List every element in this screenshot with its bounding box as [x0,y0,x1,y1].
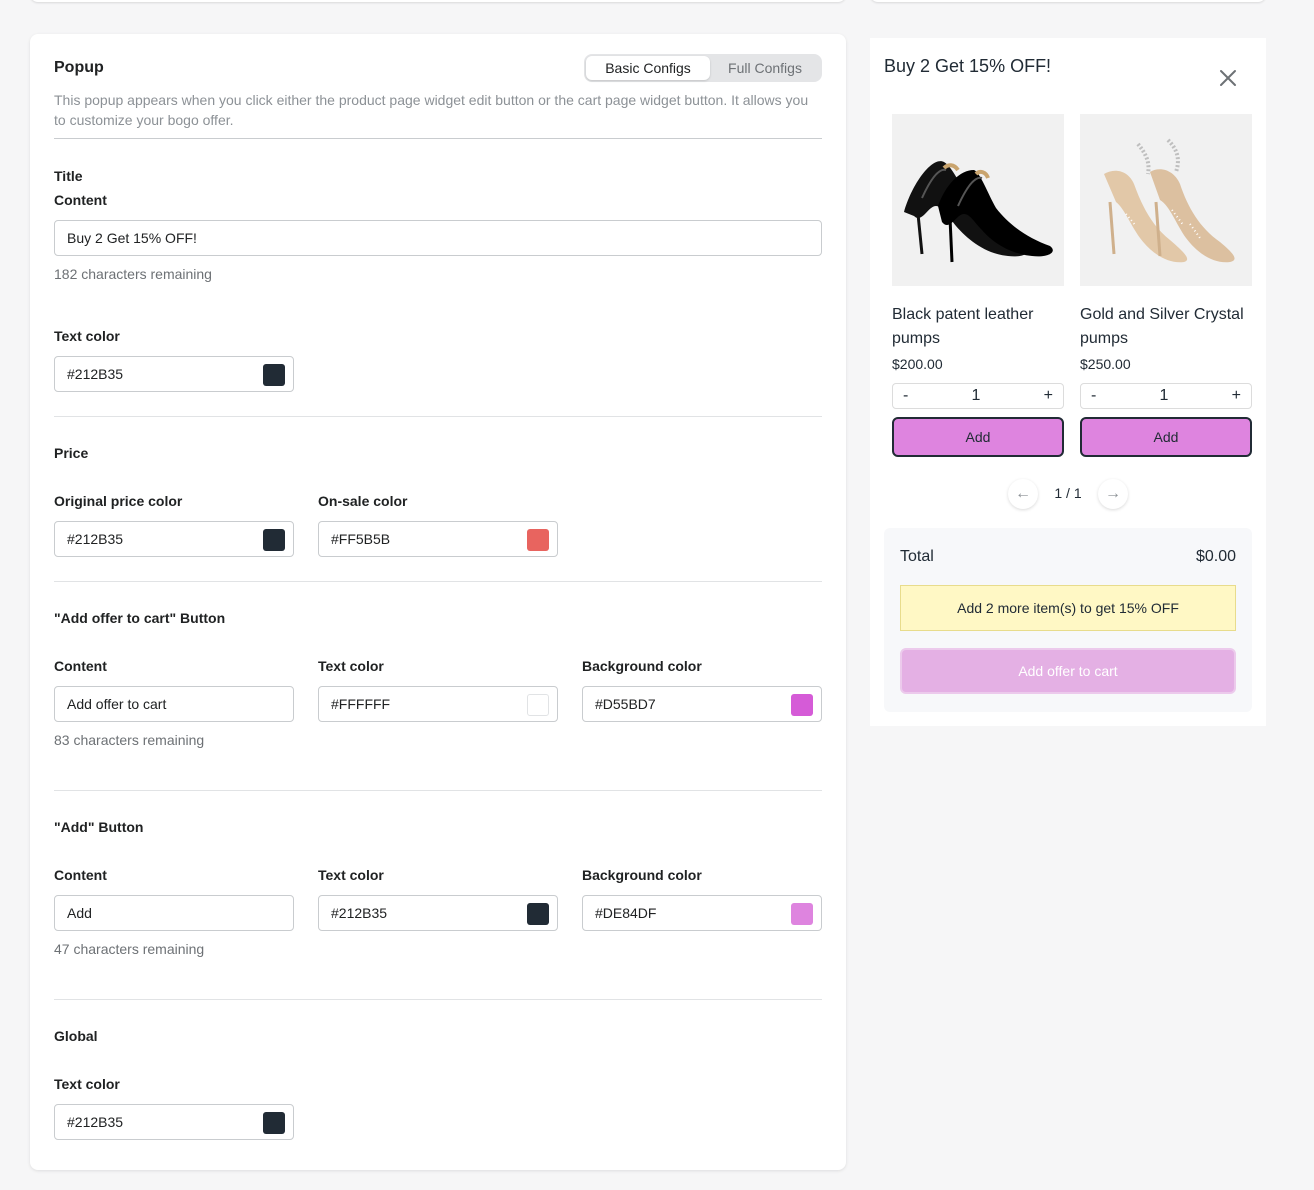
global-text-color-value: #212B35 [67,1114,124,1130]
previous-card [30,0,846,2]
add-button-text-color-input[interactable]: #212B35 [318,895,558,931]
original-price-color-value: #212B35 [67,531,124,547]
divider [54,790,822,791]
decrement-button[interactable]: - [903,387,908,405]
on-sale-color-value: #FF5B5B [331,531,391,547]
popup-preview: Buy 2 Get 15% OFF! Black patent leather … [870,38,1266,726]
total-label: Total [900,548,934,565]
add-button[interactable]: Add [892,417,1064,457]
quantity-value[interactable]: 1 [1160,387,1169,405]
title-text-color-value: #212B35 [67,366,124,382]
title-content-input[interactable]: Buy 2 Get 15% OFF! [54,220,822,256]
tab-basic-configs[interactable]: Basic Configs [586,56,710,80]
offer-button-bg-input[interactable]: #D55BD7 [582,686,822,722]
offer-button-bg-label: Background color [582,658,702,674]
title-char-count: 182 characters remaining [54,266,212,282]
add-button-bg-value: #DE84DF [595,905,657,921]
title-text-color-label: Text color [54,328,120,344]
offer-button-text-color-input[interactable]: #FFFFFF [318,686,558,722]
add-button-char-count: 47 characters remaining [54,941,205,957]
offer-button-content-input[interactable]: Add offer to cart [54,686,294,722]
offer-summary: Total $0.00 Add 2 more item(s) to get 15… [884,528,1252,712]
arrow-right-icon[interactable]: → [1098,479,1128,509]
product-price: $250.00 [1080,356,1131,372]
on-sale-color-input[interactable]: #FF5B5B [318,521,558,557]
offer-button-text-color-label: Text color [318,658,384,674]
add-button[interactable]: Add [1080,417,1252,457]
price-heading: Price [54,445,89,461]
add-button-text-color-value: #212B35 [331,905,388,921]
global-text-color-input[interactable]: #212B35 [54,1104,294,1140]
offer-button-content-label: Content [54,658,107,674]
add-button-bg-input[interactable]: #DE84DF [582,895,822,931]
pager-text: 1 / 1 [1054,485,1082,501]
title-text-color-swatch[interactable] [263,364,285,386]
quantity-value[interactable]: 1 [972,387,981,405]
title-heading: Title [54,168,83,184]
global-text-color-label: Text color [54,1076,120,1092]
increment-button[interactable]: + [1232,387,1241,405]
global-heading: Global [54,1028,98,1044]
quantity-stepper: - 1 + [1080,383,1252,409]
divider [54,416,822,417]
title-text-color-input[interactable]: #212B35 [54,356,294,392]
global-text-color-swatch[interactable] [263,1112,285,1134]
divider [54,999,822,1000]
add-button-bg-swatch[interactable] [791,903,813,925]
offer-button-text-color-swatch[interactable] [527,694,549,716]
original-price-color-swatch[interactable] [263,529,285,551]
total-value: $0.00 [1195,548,1236,565]
offer-button-heading: "Add offer to cart" Button [54,610,226,626]
previous-preview-card [870,0,1266,2]
offer-button-bg-swatch[interactable] [791,694,813,716]
offer-progress-notice: Add 2 more item(s) to get 15% OFF [900,585,1236,631]
add-button-text-color-swatch[interactable] [527,903,549,925]
product-price: $200.00 [892,356,943,372]
arrow-left-icon[interactable]: ← [1008,479,1038,509]
product-image-black-pumps [892,114,1064,286]
close-icon[interactable] [1216,66,1240,90]
title-content-label: Content [54,192,107,208]
original-price-color-label: Original price color [54,493,183,509]
original-price-color-input[interactable]: #212B35 [54,521,294,557]
card-title: Popup [54,59,104,76]
product-name: Black patent leather pumps [892,306,1034,347]
product-name: Gold and Silver Crystal pumps [1080,306,1244,347]
divider [54,581,822,582]
add-button-heading: "Add" Button [54,819,144,835]
popup-settings-card: Popup Basic Configs Full Configs This po… [30,34,846,1170]
offer-button-bg-value: #D55BD7 [595,696,656,712]
on-sale-color-label: On-sale color [318,493,408,509]
offer-button-text-color-value: #FFFFFF [331,696,391,712]
divider [54,138,822,139]
tab-full-configs[interactable]: Full Configs [710,56,820,80]
quantity-stepper: - 1 + [892,383,1064,409]
add-button-content-label: Content [54,867,107,883]
decrement-button[interactable]: - [1091,387,1096,405]
preview-title: Buy 2 Get 15% OFF! [884,56,1052,76]
increment-button[interactable]: + [1044,387,1053,405]
config-tabs: Basic Configs Full Configs [584,54,822,82]
add-button-text-color-label: Text color [318,867,384,883]
card-description: This popup appears when you click either… [54,92,809,128]
on-sale-color-swatch[interactable] [527,529,549,551]
add-button-content-input[interactable]: Add [54,895,294,931]
offer-button-char-count: 83 characters remaining [54,732,205,748]
add-button-bg-label: Background color [582,867,702,883]
product-image-crystal-pumps [1080,114,1252,286]
add-offer-to-cart-button[interactable]: Add offer to cart [900,648,1236,694]
